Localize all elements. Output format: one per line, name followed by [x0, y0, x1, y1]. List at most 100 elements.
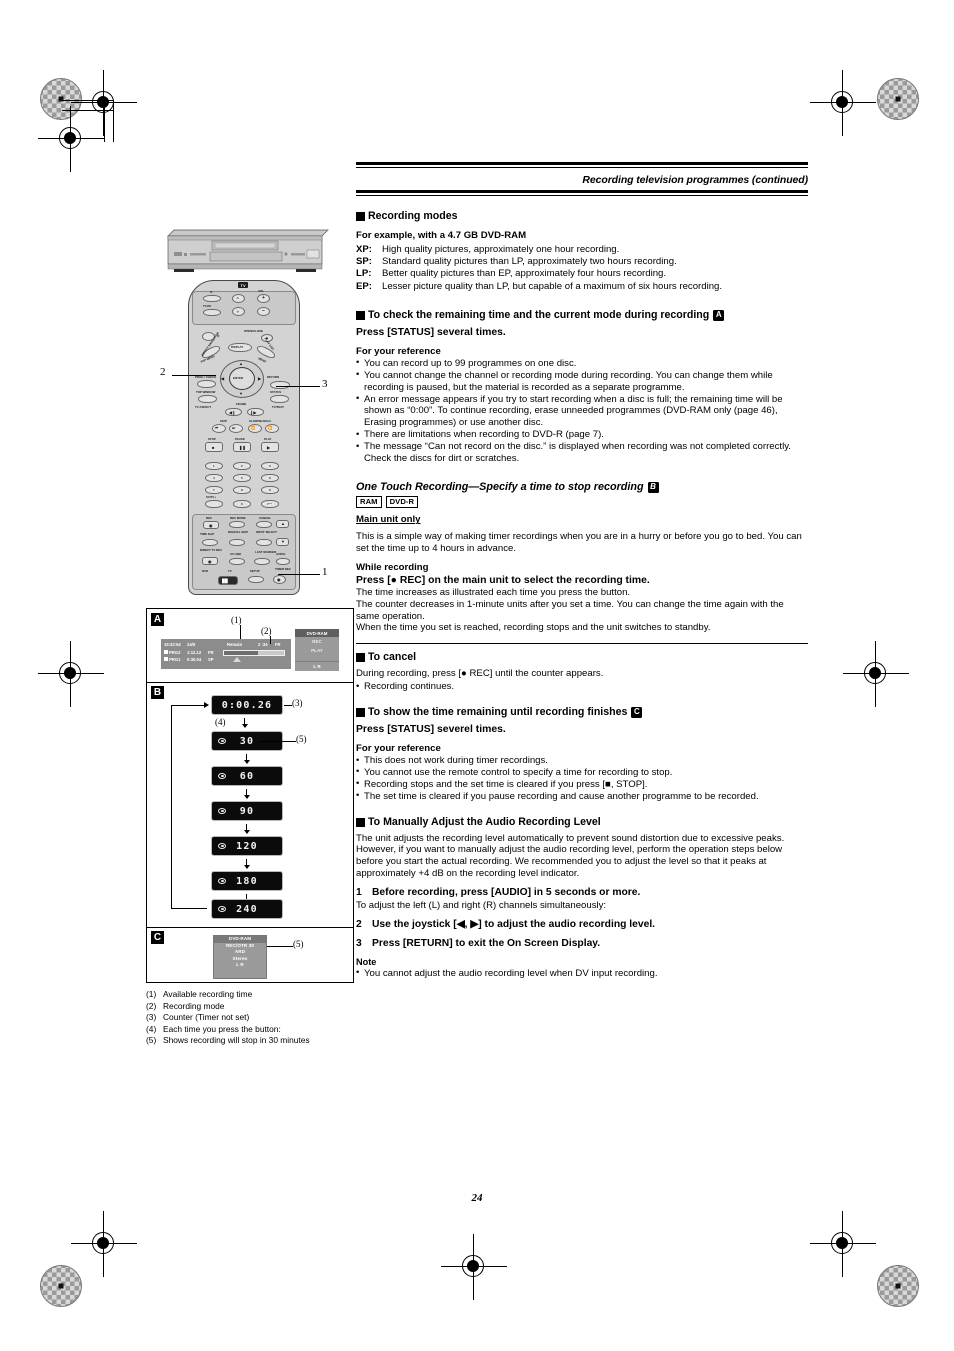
- remote-power-button[interactable]: [203, 295, 221, 302]
- osd-prg-marker: [164, 657, 168, 661]
- remote-audio-button[interactable]: [276, 558, 290, 565]
- page-title: Recording television programmes (continu…: [582, 174, 808, 186]
- remote-time-slip-button[interactable]: [202, 539, 218, 546]
- mode-desc: Better quality pictures than EP, approxi…: [382, 268, 667, 280]
- remote-prog-check-button[interactable]: [197, 380, 216, 388]
- remote-last-marker-label: LAST MARKER: [255, 550, 277, 554]
- remote-audio-label: AUDIO: [276, 552, 286, 556]
- timer-icon: [218, 738, 226, 744]
- remote-sv-tv-label: SV/TV+: [206, 495, 217, 499]
- remote-manual-skip-button[interactable]: [229, 539, 245, 546]
- heading-label: To Manually Adjust the Audio Recording L…: [368, 815, 601, 828]
- mode-desc: High quality pictures, approximately one…: [382, 244, 620, 255]
- caption-row: (1) Available recording time: [146, 989, 361, 1001]
- crop-line: [104, 100, 106, 142]
- note-head: Note: [356, 956, 377, 967]
- print-registration-dot-top-left: [40, 78, 82, 120]
- audio-level-body-2: However, if you want to manually adjust …: [356, 844, 783, 880]
- audio-step-2: 2 Use the joystick [◀, ▶] to adjust the …: [356, 918, 808, 931]
- osd-play-label: PLAY: [311, 648, 323, 653]
- counter-value: 60: [239, 770, 255, 782]
- remote-status-button[interactable]: [270, 395, 289, 403]
- remote-enter-label: ENTER: [233, 376, 244, 380]
- marker-3-leader: [284, 705, 292, 706]
- remote-top-window-button[interactable]: [198, 395, 217, 403]
- callout-3: 3: [322, 378, 328, 390]
- audio-level-body-1: The unit adjusts the recording level aut…: [356, 832, 785, 844]
- counter-value: 30: [239, 735, 255, 747]
- chevron-up-icon: ^: [236, 295, 239, 301]
- figure-divider-a-b: [147, 682, 353, 684]
- joystick-down-icon: ▼: [239, 391, 243, 396]
- timer-icon: [218, 843, 226, 849]
- mode-row: XP: High quality pictures, approximately…: [356, 244, 808, 256]
- mode-key: XP:: [356, 244, 372, 255]
- remote-return-label: RETURN: [267, 375, 280, 379]
- remote-return-button[interactable]: [270, 381, 290, 389]
- osd-date: 24/9: [187, 642, 196, 647]
- remote-display-label: DISPLAY: [231, 345, 244, 349]
- remote-timer-rec-label: TIMER REC: [275, 567, 291, 571]
- osd-rec-label: REC: [312, 639, 322, 644]
- counter-display-2: 60: [211, 766, 283, 786]
- osd-channels-label: L R: [295, 661, 339, 670]
- section-heading-audio-level: To Manually Adjust the Audio Recording L…: [356, 816, 808, 829]
- while-recording-head: While recording: [356, 562, 429, 574]
- square-bullet-icon: [356, 708, 365, 718]
- counter-value: 120: [236, 840, 258, 852]
- heading-label: Recording modes: [368, 210, 458, 222]
- remote-sv-tv-button[interactable]: [205, 500, 223, 508]
- counter-value: 90: [239, 805, 255, 817]
- remote-dvd-label: DVD: [202, 569, 209, 573]
- timer-icon: [218, 773, 226, 779]
- page-up-icon: ▲: [281, 521, 285, 526]
- show-remaining-instruction: Press [STATUS] severel times.: [356, 724, 506, 736]
- figure-ref-a: A: [713, 309, 725, 321]
- record-icon: ◉: [209, 523, 213, 528]
- remote-key-4-label: 4: [213, 476, 215, 480]
- audio-step-1: 1 Before recording, press [AUDIO] in 5 s…: [356, 886, 808, 899]
- joystick-left-icon: ◀: [221, 376, 225, 381]
- heading-label: One Touch Recording—Specify a time to st…: [356, 480, 644, 493]
- note-bullets: You cannot adjust the audio recording le…: [356, 967, 808, 980]
- remote-time-slip-label: TIME SLIP: [200, 532, 215, 536]
- remote-key-5-label: 5: [241, 476, 243, 480]
- remote-manual-skip-label: MANUAL SKIP: [228, 530, 249, 534]
- counter-display-3: 90: [211, 801, 283, 821]
- osd-side-panel: DVD-RAM REC PLAY L R: [295, 629, 339, 671]
- remote-frame-label: FRAME: [236, 402, 247, 406]
- flow-arrow-4: [243, 859, 250, 869]
- section-heading-one-touch: One Touch Recording—Specify a time to st…: [356, 481, 808, 493]
- remote-key-1-label: 1: [213, 464, 215, 468]
- timer-rec-icon: ◉: [277, 577, 281, 582]
- marker-2-leader: [270, 636, 271, 644]
- remote-tv-text-label: TV/TEXT: [272, 405, 284, 409]
- caption-text: Counter (Timer not set): [163, 1012, 250, 1023]
- step-text: Use the joystick [◀, ▶] to adjust the au…: [372, 918, 656, 930]
- chevron-down-icon: ˅: [236, 308, 239, 314]
- main-unit-only-label: Main unit only: [356, 514, 421, 526]
- print-registration-dot-bottom-left: [40, 1265, 82, 1307]
- square-bullet-icon: [356, 817, 365, 827]
- figure-divider-b-c: [147, 927, 353, 929]
- remote-open-close-label: OPEN/CLOSE: [244, 329, 263, 333]
- remote-input-select-button[interactable]: [256, 539, 272, 546]
- remote-key-2-label: 2: [241, 464, 243, 468]
- marker-5-leader: [259, 741, 296, 742]
- remote-cancel-button[interactable]: [256, 521, 272, 528]
- remote-tv-label: TV: [228, 569, 232, 573]
- remote-rec-mode-button[interactable]: [229, 521, 245, 528]
- remote-status-label: STATUS: [270, 390, 282, 394]
- remote-tvav-button[interactable]: [203, 309, 221, 316]
- marker-3: (3): [292, 698, 303, 708]
- remote-input-select-label: INPUT SELECT: [256, 530, 277, 534]
- remote-avlink-button[interactable]: [229, 558, 245, 565]
- osd-prg2-name: PRG2: [169, 650, 181, 655]
- remote-last-marker-button[interactable]: [254, 558, 270, 565]
- osd-remain-mode: FR: [275, 642, 281, 647]
- remote-setup-button[interactable]: [248, 576, 264, 583]
- figure-caption-list: (1) Available recording time (2) Recordi…: [146, 989, 361, 1047]
- audio-step-3: 3 Press [RETURN] to exit the On Screen D…: [356, 937, 808, 950]
- remote-dvd-tv-switch[interactable]: [218, 576, 238, 585]
- crop-line: [62, 100, 114, 102]
